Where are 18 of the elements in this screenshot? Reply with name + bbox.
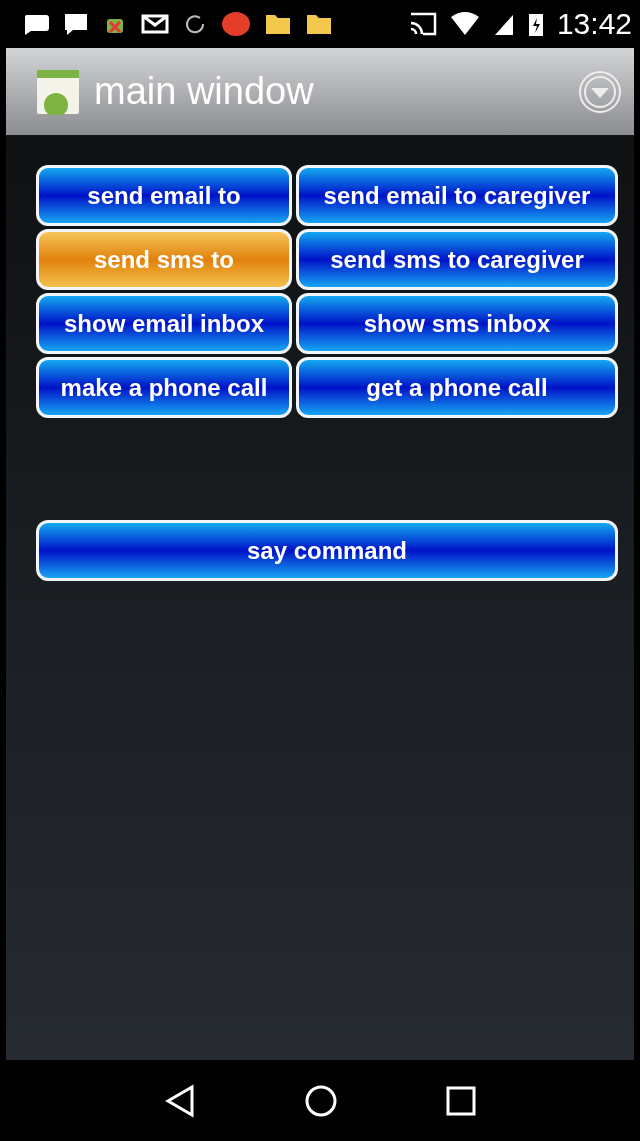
command-button[interactable]: send email to [36, 165, 292, 226]
recents-icon[interactable] [446, 1085, 476, 1116]
cast-icon [408, 11, 437, 37]
clock-time: 13:42 [556, 7, 632, 41]
command-button[interactable]: send sms to caregiver [296, 229, 618, 290]
home-icon[interactable] [304, 1083, 338, 1118]
battery-icon [527, 11, 544, 37]
command-button[interactable]: make a phone call [36, 357, 292, 418]
app-icon [36, 68, 80, 115]
say-command-button[interactable]: say command [36, 520, 618, 581]
message-icon [63, 11, 89, 37]
wifi-icon [449, 11, 480, 37]
command-button[interactable]: show email inbox [36, 293, 292, 354]
command-button[interactable]: send email to caregiver [296, 165, 618, 226]
window-title: main window [94, 70, 315, 113]
command-button[interactable]: get a phone call [296, 357, 618, 418]
command-button[interactable]: show sms inbox [296, 293, 618, 354]
back-icon[interactable] [164, 1083, 196, 1118]
